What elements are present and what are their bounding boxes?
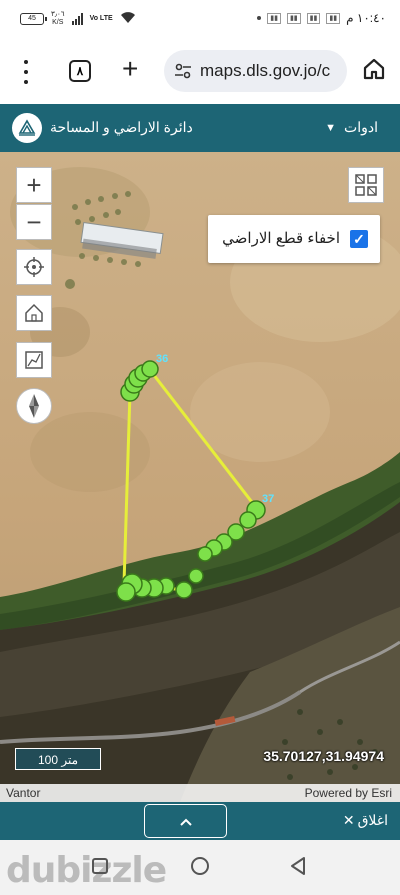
scale-bar: 100 متر — [15, 748, 101, 770]
home-icon[interactable] — [363, 58, 385, 80]
more-menu-icon[interactable] — [16, 60, 36, 84]
point-label-right: 37 — [262, 493, 274, 505]
app-title: دائرة الاراضي و المساحة — [50, 119, 193, 135]
point-label-top: 36 — [156, 353, 168, 365]
measure-button[interactable] — [16, 342, 52, 378]
compass-icon — [29, 394, 39, 418]
coordinates-readout: 35.70127,31.94974 — [263, 748, 384, 764]
esri-credit[interactable]: Powered by Esri — [305, 786, 392, 800]
network-type: Vo LTE — [89, 15, 113, 22]
status-bar: 45 ٣٫٠٦ K/S Vo LTE ▮▮ ▮▮ ▮▮ ▮▮ ١٠:٤٠ م — [0, 0, 400, 38]
tools-label: ادوات — [344, 119, 378, 135]
close-button[interactable]: اغلاق ✕ — [343, 812, 388, 829]
home-button[interactable] — [191, 857, 209, 875]
zoom-out-button[interactable]: − — [16, 204, 52, 240]
address-bar[interactable]: maps.dls.gov.jo/c — [164, 50, 347, 92]
parcel-boundary-line — [122, 391, 132, 585]
back-button[interactable] — [290, 856, 306, 876]
notification-icon: ▮▮ — [286, 12, 301, 24]
survey-point — [239, 511, 257, 529]
survey-point — [197, 546, 213, 562]
notification-icon: ▮▮ — [267, 12, 281, 24]
wifi-icon — [120, 11, 136, 27]
recents-button[interactable] — [92, 858, 108, 874]
survey-point — [175, 581, 193, 599]
close-icon: ✕ — [342, 812, 355, 828]
watermark: dubizzle — [6, 850, 167, 891]
chevron-down-icon: ▼ — [325, 121, 337, 134]
tab-switcher-button[interactable]: ٨ — [69, 60, 91, 82]
notification-dot-icon — [257, 16, 262, 20]
system-nav-bar: dubizzle — [0, 840, 400, 895]
map-attribution: Vantor Powered by Esri — [0, 784, 400, 802]
hide-parcels-toggle[interactable]: ✓ اخفاء قطع الاراضي — [208, 215, 380, 263]
imagery-credit: Vantor — [6, 786, 41, 800]
new-tab-button[interactable]: + — [122, 55, 138, 83]
dls-logo — [12, 113, 42, 143]
basemap-gallery-button[interactable] — [348, 167, 384, 203]
measure-icon — [25, 351, 43, 369]
survey-point — [188, 568, 204, 584]
expand-panel-button[interactable] — [144, 804, 227, 838]
home-icon — [25, 303, 43, 322]
crosshair-icon — [24, 257, 44, 277]
notification-icon: ▮▮ — [326, 12, 341, 24]
site-settings-icon[interactable] — [174, 62, 192, 80]
bottom-panel-bar: اغلاق ✕ — [0, 802, 400, 840]
checkbox-checked-icon[interactable]: ✓ — [350, 230, 368, 248]
battery-icon: 45 — [20, 13, 47, 25]
compass-button[interactable] — [16, 388, 52, 424]
home-extent-button[interactable] — [16, 295, 52, 331]
app-header: دائرة الاراضي و المساحة ▼ ادوات — [0, 104, 400, 152]
zoom-in-button[interactable]: + — [16, 167, 52, 203]
close-label: اغلاق — [357, 812, 388, 828]
net-speed: ٣٫٠٦ K/S — [51, 11, 65, 26]
locate-button[interactable] — [16, 249, 52, 285]
map-view[interactable]: 36 37 + − ✓ اخفاء قطع الاراضي 100 متر 35… — [0, 152, 400, 802]
tools-menu[interactable]: ▼ ادوات — [325, 119, 378, 136]
grid-icon — [355, 174, 377, 196]
survey-point — [116, 582, 136, 602]
signal-icon — [71, 13, 83, 25]
notification-icon: ▮▮ — [306, 12, 321, 24]
browser-toolbar: ٨ + maps.dls.gov.jo/c — [0, 38, 400, 104]
url-text: maps.dls.gov.jo/c — [200, 61, 331, 80]
parcel-boundary-line — [148, 369, 260, 511]
clock: ١٠:٤٠ م — [346, 11, 386, 25]
hide-parcels-label: اخفاء قطع الاراضي — [222, 230, 340, 247]
chevron-up-icon — [179, 818, 192, 827]
